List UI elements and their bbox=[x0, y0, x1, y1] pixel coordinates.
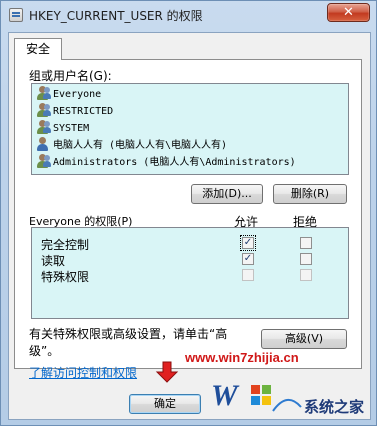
users-listbox[interactable]: Everyone RESTRICTED SYSTEM 电脑人人有 (电脑人人有\… bbox=[31, 83, 349, 175]
list-item-label: 电脑人人有 (电脑人人有\电脑人人有) bbox=[53, 140, 228, 151]
list-item-label: SYSTEM bbox=[53, 123, 90, 134]
learn-access-control-link[interactable]: 了解访问控制和权限 bbox=[29, 364, 137, 381]
deny-special-checkbox bbox=[300, 269, 312, 281]
group-users-icon bbox=[36, 120, 51, 134]
close-button[interactable]: ✕ bbox=[327, 3, 370, 22]
allow-full-control-checkbox[interactable]: ✓ bbox=[240, 235, 256, 251]
advanced-button[interactable]: 高级(V) bbox=[261, 329, 347, 349]
tab-security[interactable]: 安全 bbox=[14, 38, 62, 60]
permission-full-control: 完全控制 bbox=[41, 238, 90, 252]
list-item-restricted[interactable]: RESTRICTED bbox=[36, 103, 113, 120]
permissions-dialog: HKEY_CURRENT_USER 的权限 ✕ 安全 组或用户名(G): Eve… bbox=[0, 0, 377, 426]
remove-button[interactable]: 删除(R) bbox=[273, 184, 347, 204]
permissions-list: 完全控制 读取 特殊权限 ✓ ✓ bbox=[31, 227, 349, 319]
title-bar[interactable]: HKEY_CURRENT_USER 的权限 ✕ bbox=[1, 1, 376, 29]
permission-special: 特殊权限 bbox=[41, 270, 90, 284]
windows-logo-icon: W bbox=[211, 379, 302, 412]
user-icon bbox=[36, 137, 51, 151]
list-item-system[interactable]: SYSTEM bbox=[36, 120, 89, 137]
list-item-label: Administrators (电脑人人有\Administrators) bbox=[53, 157, 296, 168]
group-users-icon bbox=[36, 86, 51, 100]
svg-text:W: W bbox=[211, 379, 240, 412]
window-title: HKEY_CURRENT_USER 的权限 bbox=[29, 9, 203, 23]
deny-read-checkbox[interactable] bbox=[300, 253, 312, 265]
group-users-icon bbox=[36, 154, 51, 168]
list-item-everyone[interactable]: Everyone bbox=[36, 86, 101, 103]
allow-read-checkbox[interactable]: ✓ bbox=[242, 253, 254, 265]
watermark-url: www.win7zhijia.cn bbox=[185, 350, 299, 365]
list-item-administrators[interactable]: Administrators (电脑人人有\Administrators) bbox=[36, 154, 296, 171]
registry-icon bbox=[9, 8, 23, 22]
group-users-icon bbox=[36, 103, 51, 117]
users-list-label: 组或用户名(G): bbox=[29, 69, 112, 83]
watermark-site-name: 系统之家 bbox=[304, 399, 365, 416]
ok-button[interactable]: 确定 bbox=[129, 394, 201, 414]
deny-full-control-checkbox[interactable] bbox=[300, 237, 312, 249]
permission-read: 读取 bbox=[41, 254, 66, 268]
pointer-arrow-icon bbox=[155, 361, 179, 383]
list-item-label: RESTRICTED bbox=[53, 106, 114, 117]
list-item-label: Everyone bbox=[53, 89, 102, 100]
list-item-current-user[interactable]: 电脑人人有 (电脑人人有\电脑人人有) bbox=[36, 137, 227, 154]
allow-special-checkbox bbox=[242, 269, 254, 281]
add-button[interactable]: 添加(D)... bbox=[191, 184, 263, 204]
